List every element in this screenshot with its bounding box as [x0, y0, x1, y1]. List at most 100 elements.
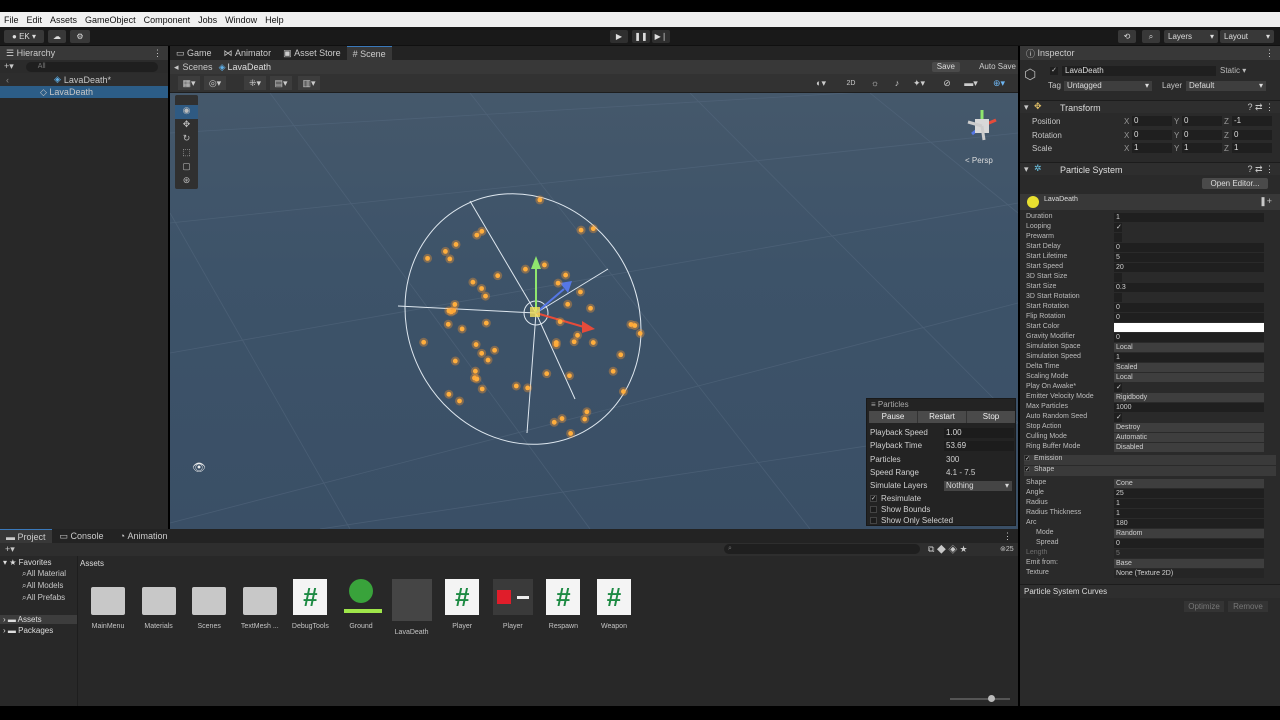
- layout-dropdown[interactable]: Layout ▾: [1220, 30, 1274, 43]
- optimize-button[interactable]: Optimize: [1184, 601, 1224, 612]
- add-icon[interactable]: +▾: [4, 61, 14, 72]
- hierarchy-tab[interactable]: ☰ Hierarchy ⋮: [0, 46, 168, 60]
- stop-button[interactable]: Stop: [966, 411, 1015, 423]
- prop-value-field[interactable]: 0: [1114, 313, 1264, 322]
- asset-item[interactable]: TextMesh ...: [236, 579, 284, 630]
- tab-game[interactable]: ▭ Game: [170, 46, 218, 60]
- prop-value-field[interactable]: [1114, 233, 1122, 242]
- object-name-field[interactable]: LavaDeath: [1062, 66, 1216, 76]
- asset-item[interactable]: Materials: [135, 579, 183, 630]
- tab-asset-store[interactable]: ▣ Asset Store: [277, 46, 347, 60]
- prop-value-field[interactable]: Rigidbody: [1114, 393, 1264, 402]
- effects-icon[interactable]: ✦▾: [908, 76, 930, 90]
- save-button[interactable]: Save: [931, 62, 960, 72]
- remove-button[interactable]: Remove: [1228, 601, 1268, 612]
- prop-value-field[interactable]: 180: [1114, 519, 1264, 528]
- emission-module[interactable]: ✓ Emission: [1024, 455, 1276, 465]
- prop-value-field[interactable]: ✓: [1114, 383, 1122, 392]
- prop-value-field[interactable]: 0: [1114, 243, 1264, 252]
- collapse-arrow-icon[interactable]: ▾: [1024, 164, 1029, 175]
- transform-scale-z-field[interactable]: 1: [1232, 143, 1272, 153]
- increment-snap-dropdown[interactable]: ▥▾: [298, 76, 320, 90]
- cloud-icon[interactable]: ☁: [48, 30, 66, 43]
- prop-value-field[interactable]: 5: [1114, 549, 1264, 558]
- asset-item[interactable]: # DebugTools: [286, 579, 334, 630]
- prop-value-field[interactable]: [1114, 293, 1122, 302]
- asset-item[interactable]: LavaDeath: [388, 579, 436, 636]
- prop-value-field[interactable]: 0: [1114, 303, 1264, 312]
- asset-item[interactable]: Ground: [337, 579, 385, 630]
- lighting-icon[interactable]: ☼: [864, 76, 886, 90]
- prop-value-field[interactable]: 5: [1114, 253, 1264, 262]
- transform-position-z-field[interactable]: -1: [1232, 116, 1272, 126]
- view-tool-icon[interactable]: ◉: [175, 105, 198, 119]
- more-options-icon[interactable]: ⋮: [1265, 48, 1274, 59]
- restart-button[interactable]: Restart: [917, 411, 966, 423]
- account-button[interactable]: ● EK ▾: [4, 30, 44, 43]
- drag-handle-icon[interactable]: ≡: [871, 400, 878, 409]
- hidden-objects-icon[interactable]: ⊘: [936, 76, 958, 90]
- component-menu-icon[interactable]: ? ⇄ ⋮: [1247, 164, 1274, 175]
- camera-icon[interactable]: ▬▾: [960, 76, 982, 90]
- asset-item[interactable]: Scenes: [185, 579, 233, 630]
- transform-scale-y-field[interactable]: 1: [1182, 143, 1222, 153]
- playback-time-field[interactable]: 53.69: [944, 441, 1014, 451]
- gizmos-icon[interactable]: ⊕▾: [988, 76, 1010, 90]
- inspector-tab[interactable]: ⓘ Inspector ⋮: [1020, 46, 1280, 60]
- asset-item[interactable]: # Player: [438, 579, 486, 630]
- tab-project[interactable]: ▬ Project: [0, 529, 52, 543]
- layers-dropdown[interactable]: Layers ▾: [1164, 30, 1218, 43]
- favorites-node[interactable]: ▾ ★ Favorites: [0, 558, 77, 567]
- checkbox[interactable]: [870, 517, 877, 525]
- static-toggle[interactable]: Static ▾: [1220, 66, 1246, 75]
- step-button[interactable]: ▶❘: [652, 30, 670, 43]
- pivot-dropdown[interactable]: ◎▾: [204, 76, 226, 90]
- transform-position-y-field[interactable]: 0: [1182, 116, 1222, 126]
- prop-value-field[interactable]: 1000: [1114, 403, 1264, 412]
- tab-scene[interactable]: # Scene: [346, 46, 392, 60]
- menu-edit[interactable]: Edit: [27, 15, 43, 25]
- prop-value-field[interactable]: 1: [1114, 499, 1264, 508]
- tag-dropdown[interactable]: Untagged ▾: [1064, 81, 1152, 91]
- prop-value-field[interactable]: ✓: [1114, 413, 1122, 422]
- menu-window[interactable]: Window: [225, 15, 257, 25]
- favorite-item[interactable]: ⌕All Prefabs: [0, 593, 77, 603]
- prop-value-field[interactable]: None (Texture 2D): [1114, 569, 1264, 578]
- 2d-toggle[interactable]: 2D: [840, 76, 862, 90]
- menu-file[interactable]: File: [4, 15, 19, 25]
- transform-rotation-z-field[interactable]: 0: [1232, 130, 1272, 140]
- breadcrumb-scenes[interactable]: Scenes: [183, 62, 213, 72]
- layer-dropdown[interactable]: Default ▾: [1186, 81, 1266, 91]
- assets-node[interactable]: › ▬ Assets: [0, 615, 77, 624]
- breadcrumb-current[interactable]: LavaDeath: [227, 62, 271, 72]
- simulate-layers-dropdown[interactable]: Nothing ▾: [944, 481, 1012, 491]
- asset-item[interactable]: # Weapon: [590, 579, 638, 630]
- particle-system-curves[interactable]: Particle System Curves: [1020, 584, 1280, 598]
- play-button[interactable]: ▶: [610, 30, 628, 43]
- transform-position-x-field[interactable]: 0: [1132, 116, 1172, 126]
- move-tool-icon[interactable]: ✥: [175, 119, 198, 133]
- prop-value-field[interactable]: 20: [1114, 263, 1264, 272]
- particle-system-header[interactable]: ▾ ✲ Particle System ? ⇄ ⋮: [1020, 162, 1280, 175]
- asset-item[interactable]: # Respawn: [539, 579, 587, 630]
- prop-value-field[interactable]: 1: [1114, 353, 1264, 362]
- prop-value-field[interactable]: 0.3: [1114, 283, 1264, 292]
- search-icon[interactable]: ⌕: [1142, 30, 1160, 43]
- menu-jobs[interactable]: Jobs: [198, 15, 217, 25]
- open-editor-button[interactable]: Open Editor...: [1202, 178, 1268, 189]
- packages-node[interactable]: › ▬ Packages: [0, 626, 77, 635]
- resimulate-toggle[interactable]: ✓ Resimulate: [870, 494, 921, 503]
- prop-value-field[interactable]: Local: [1114, 373, 1264, 382]
- projection-label[interactable]: < Persp: [965, 156, 993, 165]
- asset-item[interactable]: Player: [489, 579, 537, 630]
- prop-value-field[interactable]: [1114, 323, 1264, 332]
- prop-value-field[interactable]: 0: [1114, 539, 1264, 548]
- move-snap-dropdown[interactable]: ⁜▾: [244, 76, 266, 90]
- hierarchy-item-lavadeath[interactable]: ◇ LavaDeath: [0, 86, 168, 98]
- audio-icon[interactable]: ♪: [886, 76, 908, 90]
- transform-header[interactable]: ▾ ✥ Transform ? ⇄ ⋮: [1020, 100, 1280, 113]
- prop-value-field[interactable]: Base: [1114, 559, 1264, 568]
- favorite-item[interactable]: ⌕All Models: [0, 581, 77, 591]
- checkbox-checked[interactable]: ✓: [870, 495, 877, 503]
- prop-value-field[interactable]: Scaled: [1114, 363, 1264, 372]
